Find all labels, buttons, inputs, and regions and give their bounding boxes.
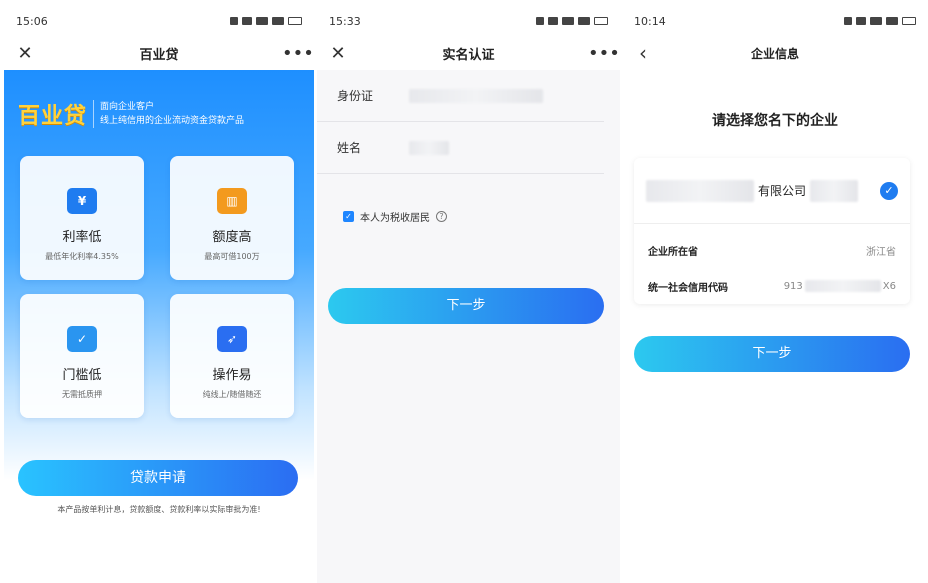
status-bar: 10:14	[622, 6, 928, 36]
company-name-redacted-suffix	[810, 179, 859, 202]
nav-bar: ✕ 实名认证 •••	[317, 36, 620, 70]
brand-banner: 百业贷 面向企业客户 线上纯信用的企业流动资金贷款产品	[18, 98, 244, 130]
signal-icon	[256, 17, 268, 25]
page-title: 实名认证	[442, 47, 495, 63]
status-icons	[230, 17, 302, 25]
status-bar: 15:06	[4, 6, 314, 36]
page-title: 百业贷	[139, 47, 179, 63]
status-time: 15:06	[16, 14, 48, 28]
nav-bar: ‹ 企业信息	[622, 36, 928, 70]
screenshot-collage: 15:06 ✕ 百业贷 ••• 百业贷 面向企业客户 线上纯信用的企业流动资金贷…	[0, 0, 928, 583]
status-icons	[844, 17, 916, 25]
credit-code-row: 统一社会信用代码 913 X6	[634, 268, 910, 304]
screen-loan-home: 15:06 ✕ 百业贷 ••• 百业贷 面向企业客户 线上纯信用的企业流动资金贷…	[4, 6, 314, 583]
feature-subtitle: 最高可借100万	[204, 252, 260, 261]
credit-code-prefix: 913	[783, 280, 803, 292]
feature-title: 利率低	[62, 230, 102, 245]
feature-subtitle: 无需抵质押	[62, 390, 102, 399]
tax-resident-label: 本人为税收居民	[360, 213, 430, 224]
brand-tagline: 面向企业客户 线上纯信用的企业流动资金贷款产品	[93, 100, 244, 128]
id-number-row[interactable]: 身份证	[317, 70, 604, 122]
name-row[interactable]: 姓名	[317, 122, 604, 174]
name-field-redacted[interactable]	[409, 140, 449, 155]
tagline-line-1: 面向企业客户	[100, 102, 155, 112]
signal-icon	[578, 17, 590, 25]
next-step-button[interactable]: 下一步	[634, 336, 910, 372]
status-time: 15:33	[329, 14, 361, 28]
disclaimer-text: 本产品按单利计息，贷款额度、贷款利率以实际审批为准!	[57, 505, 261, 514]
chart-icon: ▥	[217, 188, 247, 214]
feature-subtitle: 最低年化利率4.35%	[45, 252, 119, 261]
close-icon[interactable]: ✕	[327, 43, 349, 64]
rocket-icon: ➶	[217, 326, 247, 352]
tagline-line-2: 线上纯信用的企业流动资金贷款产品	[100, 116, 245, 126]
credit-code-suffix: X6	[882, 280, 896, 292]
feature-card-rate: ¥ 利率低 最低年化利率4.35%	[20, 156, 144, 280]
status-bar: 15:33	[317, 6, 620, 36]
alarm-icon	[230, 17, 238, 25]
status-icons	[536, 17, 608, 25]
signal-icon	[886, 17, 898, 25]
credit-code-redacted	[804, 280, 881, 292]
page-title: 企业信息	[750, 46, 799, 61]
screen-real-name-auth: 15:33 ✕ 实名认证 ••• 身份证 姓名 ✓ 本人为税收居民 ? 下一步	[317, 6, 620, 583]
company-option-card[interactable]: 有限公司 ✓ 企业所在省 浙江省 统一社会信用代码 913 X6	[634, 158, 910, 304]
help-icon[interactable]: ?	[436, 211, 447, 222]
nav-bar: ✕ 百业贷 •••	[4, 36, 314, 70]
feature-subtitle: 纯线上/随借随还	[202, 390, 262, 399]
feature-card-operation: ➶ 操作易 纯线上/随借随还	[170, 294, 294, 418]
back-icon[interactable]: ‹	[632, 41, 654, 65]
hd-icon	[242, 17, 252, 25]
feature-title: 额度高	[212, 230, 252, 245]
select-company-heading: 请选择您名下的企业	[712, 113, 838, 129]
province-label: 企业所在省	[648, 246, 698, 258]
yen-icon: ¥	[67, 188, 97, 214]
company-name-redacted-prefix	[646, 179, 754, 202]
signal-icon	[870, 17, 882, 25]
feature-title: 操作易	[212, 368, 252, 383]
province-value: 浙江省	[866, 246, 896, 258]
close-icon[interactable]: ✕	[14, 43, 36, 64]
selected-check-icon[interactable]: ✓	[880, 182, 898, 200]
tax-resident-checkbox[interactable]: ✓	[343, 211, 354, 222]
signal-icon	[562, 17, 574, 25]
battery-icon	[288, 17, 302, 25]
screen-company-info: 10:14 ‹ 企业信息 请选择您名下的企业 有限公司 ✓ 企业所在省 浙江省 …	[622, 6, 928, 583]
id-number-label: 身份证	[337, 89, 374, 103]
credit-code-value: 913 X6	[784, 280, 896, 292]
status-time: 10:14	[634, 14, 666, 28]
more-icon[interactable]: •••	[588, 43, 620, 64]
more-icon[interactable]: •••	[282, 43, 314, 64]
brand-logo: 百业贷	[18, 104, 88, 129]
identity-form: 身份证 姓名	[317, 70, 620, 174]
province-row: 企业所在省 浙江省	[634, 232, 910, 268]
alarm-icon	[844, 17, 852, 25]
battery-icon	[902, 17, 916, 25]
tax-resident-row: ✓ 本人为税收居民 ?	[343, 209, 447, 224]
company-name: 有限公司	[758, 184, 807, 198]
alarm-icon	[536, 17, 544, 25]
signal-icon	[272, 17, 284, 25]
next-step-button[interactable]: 下一步	[328, 288, 604, 324]
feature-title: 门槛低	[62, 368, 102, 383]
feature-card-amount: ▥ 额度高 最高可借100万	[170, 156, 294, 280]
company-name-row[interactable]: 有限公司 ✓	[634, 158, 910, 224]
name-label: 姓名	[337, 141, 362, 155]
id-number-field-redacted[interactable]	[409, 88, 543, 103]
folder-icon: ✓	[67, 326, 97, 352]
loan-apply-button[interactable]: 贷款申请	[18, 460, 298, 496]
credit-code-label: 统一社会信用代码	[648, 282, 728, 294]
battery-icon	[594, 17, 608, 25]
hd-icon	[548, 17, 558, 25]
hd-icon	[856, 17, 866, 25]
feature-card-threshold: ✓ 门槛低 无需抵质押	[20, 294, 144, 418]
